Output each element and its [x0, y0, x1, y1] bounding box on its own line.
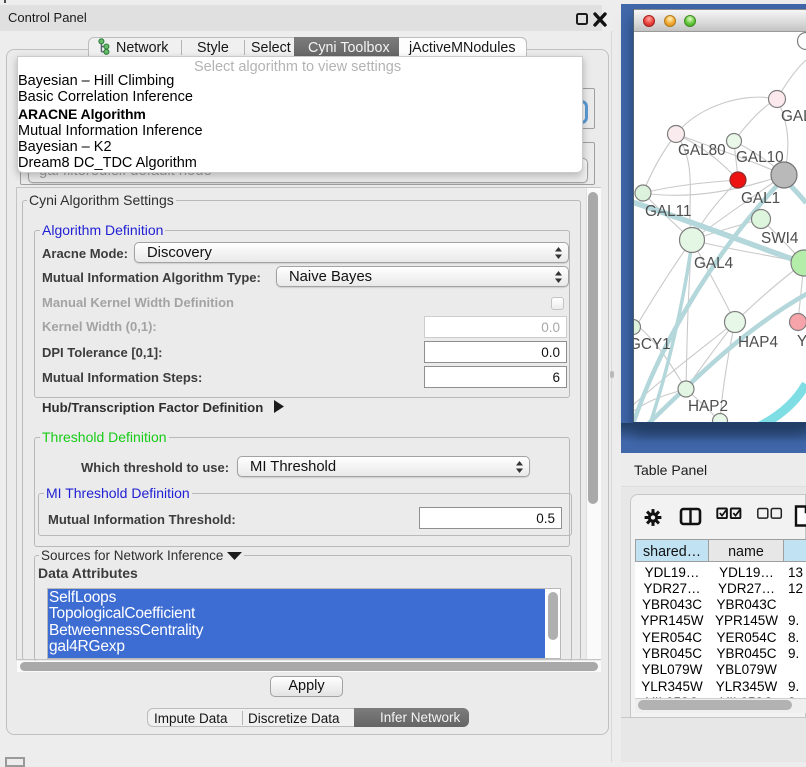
svg-text:GAL11: GAL11 [645, 203, 692, 220]
svg-text:GAL80: GAL80 [678, 142, 726, 159]
svg-text:SWI4: SWI4 [761, 230, 799, 247]
svg-text:Y: Y [797, 333, 806, 350]
svg-text:GAL2: GAL2 [781, 108, 806, 125]
svg-text:GAL1: GAL1 [741, 190, 780, 207]
svg-text:GCY1: GCY1 [634, 336, 671, 353]
svg-text:GAL10: GAL10 [736, 149, 784, 166]
svg-text:GAL4: GAL4 [694, 255, 734, 272]
svg-text:HAP4: HAP4 [738, 334, 778, 351]
svg-text:HAP2: HAP2 [688, 398, 728, 415]
